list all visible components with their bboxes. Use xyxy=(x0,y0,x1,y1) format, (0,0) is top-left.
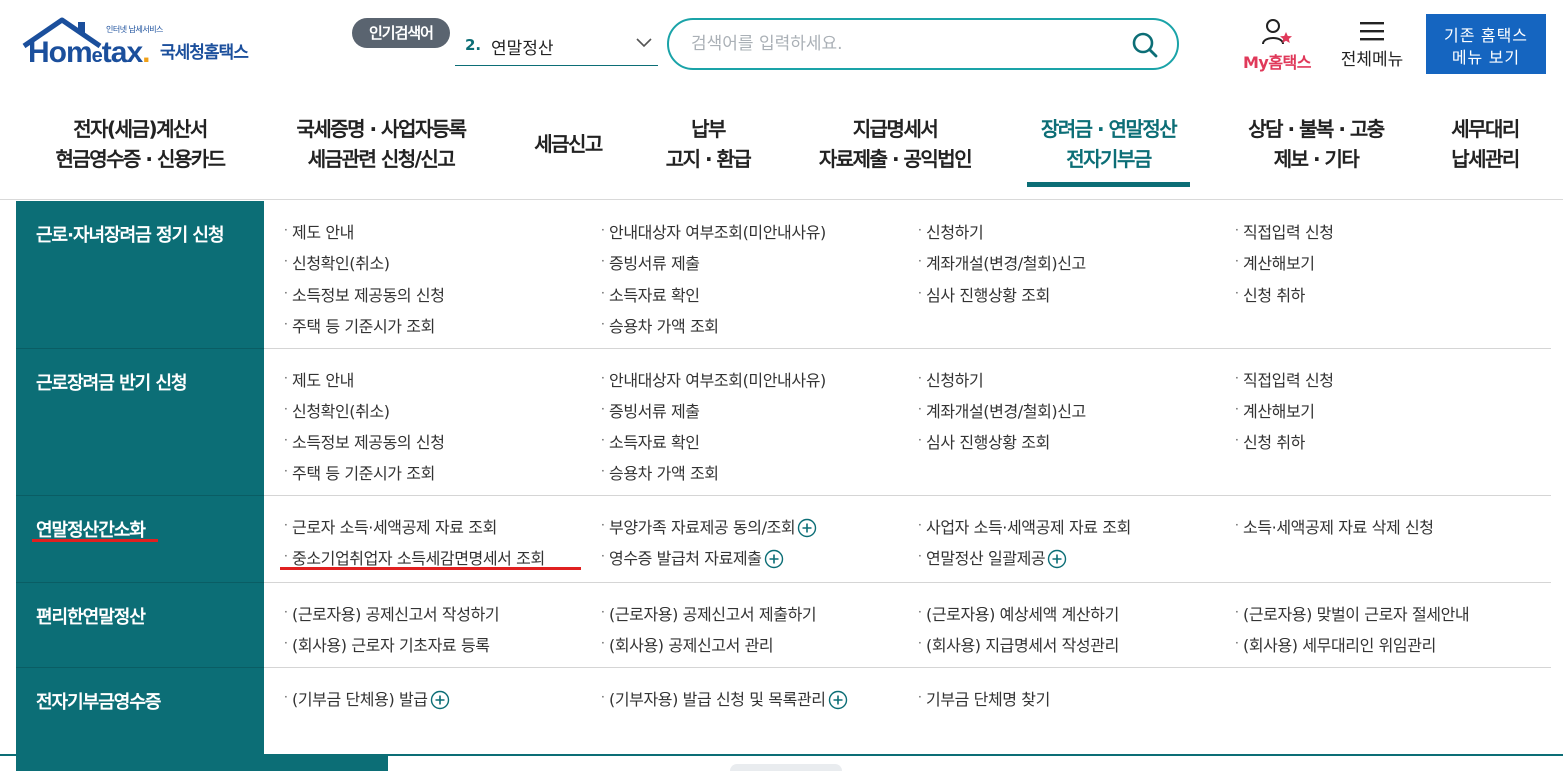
menu-link[interactable]: · 소득·세액공제 자료 삭제 신청 xyxy=(1235,514,1434,538)
menu-link[interactable]: · (기부자용) 발급 신청 및 목록관리 xyxy=(601,686,848,710)
menu-link[interactable]: · (회사용) 근로자 기초자료 등록 xyxy=(284,632,490,656)
menu-link[interactable]: · (근로자용) 맞벌이 근로자 절세안내 xyxy=(1235,601,1470,625)
menu-link[interactable]: · 신청하기 xyxy=(918,367,984,391)
gnb-consultation[interactable]: 상담 · 불복 · 고충 제보 · 기타 xyxy=(1230,114,1402,188)
section-title[interactable]: 근로·자녀장려금 정기 신청 xyxy=(36,221,225,247)
plus-circle-icon[interactable] xyxy=(1047,549,1067,569)
mega-menu: 근로·자녀장려금 정기 신청 · 제도 안내 · 안내대상자 여부조회(미안내사유)… xyxy=(16,201,1551,755)
section-eitc-half: 근로장려금 반기 신청 · 제도 안내 · 안내대상자 여부조회(미안내사유) · 신… xyxy=(16,349,1551,496)
gnb-incentive-year-end[interactable]: 장려금 · 연말정산 전자기부금 xyxy=(1027,114,1190,188)
my-hometax-link[interactable]: My홈택스 xyxy=(1232,18,1322,74)
menu-link[interactable]: · 근로자 소득·세액공제 자료 조회 xyxy=(284,514,497,538)
plus-circle-icon[interactable] xyxy=(764,549,784,569)
popular-search-badge: 인기검색어 xyxy=(352,18,450,48)
logo-tagline: 인터넷 납세서비스 xyxy=(106,25,163,34)
menu-link[interactable]: · (근로자용) 예상세액 계산하기 xyxy=(918,601,1119,625)
menu-link[interactable]: · 소득정보 제공동의 신청 xyxy=(284,429,445,453)
menu-link[interactable]: · 계산해보기 xyxy=(1235,250,1315,274)
menu-link-highlighted[interactable]: · 중소기업취업자 소득세감면명세서 조회 xyxy=(284,545,545,569)
menu-link[interactable]: · 소득자료 확인 xyxy=(601,282,700,306)
menu-link[interactable]: · 기부금 단체명 찾기 xyxy=(918,686,1050,710)
menu-link[interactable]: · 안내대상자 여부조회(미안내사유) xyxy=(601,219,826,243)
menu-link[interactable]: · 주택 등 기준시가 조회 xyxy=(284,460,435,484)
section-convenient-year-end: 편리한연말정산 · (근로자용) 공제신고서 작성하기 · (근로자용) 공제신고서… xyxy=(16,583,1551,667)
menu-link[interactable]: · 증빙서류 제출 xyxy=(601,250,700,274)
menu-link[interactable]: · 주택 등 기준시가 조회 xyxy=(284,313,435,337)
user-star-icon xyxy=(1262,19,1292,45)
menu-link[interactable]: · 계좌개설(변경/철회)신고 xyxy=(918,250,1086,274)
active-title-underline xyxy=(32,539,158,542)
classic-menu-button[interactable]: 기존 홈택스 메뉴 보기 xyxy=(1426,14,1546,74)
popular-search-rank: 2. xyxy=(465,36,482,54)
section-title[interactable]: 편리한연말정산 xyxy=(36,603,146,629)
plus-circle-icon[interactable] xyxy=(797,518,817,538)
menu-link[interactable]: · 제도 안내 xyxy=(284,367,354,391)
section-eitc-regular: 근로·자녀장려금 정기 신청 · 제도 안내 · 안내대상자 여부조회(미안내사유)… xyxy=(16,201,1551,348)
menu-link[interactable]: · 소득정보 제공동의 신청 xyxy=(284,282,445,306)
bottom-pill-button[interactable] xyxy=(730,764,842,771)
menu-link[interactable]: · (회사용) 세무대리인 위임관리 xyxy=(1235,632,1436,656)
menu-link[interactable]: · (근로자용) 공제신고서 제출하기 xyxy=(601,601,817,625)
menu-link[interactable]: · 승용차 가액 조회 xyxy=(601,460,719,484)
plus-circle-icon[interactable] xyxy=(430,690,450,710)
popular-search-select[interactable]: 2. 연말정산 xyxy=(455,24,658,66)
menu-link[interactable]: · 신청확인(취소) xyxy=(284,398,390,422)
logo-wordmark: Hometax. xyxy=(28,36,151,69)
all-menu-button[interactable]: 전체메뉴 xyxy=(1332,20,1412,74)
gnb-active-indicator xyxy=(1027,182,1190,187)
menu-link[interactable]: · 안내대상자 여부조회(미안내사유) xyxy=(601,367,826,391)
menu-link[interactable]: · 계산해보기 xyxy=(1235,398,1315,422)
logo-korean-name: 국세청홈택스 xyxy=(160,43,249,63)
section-donation-receipt: 전자기부금영수증 · (기부금 단체용) 발급 · (기부자용) 발급 신청 및 목… xyxy=(16,668,1551,755)
menu-link[interactable]: · 승용차 가액 조회 xyxy=(601,313,719,337)
menu-link[interactable]: · 증빙서류 제출 xyxy=(601,398,700,422)
search-box xyxy=(667,18,1179,70)
plus-circle-icon[interactable] xyxy=(828,690,848,710)
menu-link[interactable]: · 사업자 소득·세액공제 자료 조회 xyxy=(918,514,1131,538)
menu-link[interactable]: · 영수증 발급처 자료제출 xyxy=(601,545,784,569)
gnb-payment[interactable]: 납부 고지 · 환급 xyxy=(650,114,766,188)
my-hometax-label: My홈택스 xyxy=(1242,53,1312,72)
menu-link[interactable]: · 신청하기 xyxy=(918,219,984,243)
menu-link[interactable]: · 부양가족 자료제공 동의/조회 xyxy=(601,514,817,538)
menu-link[interactable]: · 신청 취하 xyxy=(1235,429,1305,453)
menu-link[interactable]: · 연말정산 일괄제공 xyxy=(918,545,1067,569)
search-input[interactable] xyxy=(691,30,1111,58)
all-menu-label: 전체메뉴 xyxy=(1340,50,1404,70)
menu-link[interactable]: · 신청 취하 xyxy=(1235,282,1305,306)
menu-link[interactable]: · 제도 안내 xyxy=(284,219,354,243)
header: 인터넷 납세서비스 Hometax. 국세청홈택스 인기검색어 2. 연말정산 … xyxy=(0,0,1563,90)
main-navigation: 전자(세금)계산서 현금영수증 · 신용카드 국세증명 · 사업자등록 세금관련… xyxy=(0,100,1563,200)
menu-link[interactable]: · 심사 진행상황 조회 xyxy=(918,282,1050,306)
bottom-tab-strip xyxy=(16,756,388,771)
menu-link[interactable]: · (근로자용) 공제신고서 작성하기 xyxy=(284,601,500,625)
hamburger-icon xyxy=(1360,22,1384,41)
chevron-down-icon xyxy=(636,38,652,48)
popular-search-term: 연말정산 xyxy=(491,39,554,59)
gnb-electronic-invoice[interactable]: 전자(세금)계산서 현금영수증 · 신용카드 xyxy=(40,114,240,188)
gnb-tax-certificate[interactable]: 국세증명 · 사업자등록 세금관련 신청/신고 xyxy=(278,114,484,188)
menu-link[interactable]: · (기부금 단체용) 발급 xyxy=(284,686,450,710)
menu-link[interactable]: · (회사용) 지급명세서 작성관리 xyxy=(918,632,1119,656)
menu-link[interactable]: · 직접입력 신청 xyxy=(1235,367,1334,391)
section-title[interactable]: 근로장려금 반기 신청 xyxy=(36,369,188,395)
search-icon[interactable] xyxy=(1131,31,1159,59)
gnb-tax-filing[interactable]: 세금신고 xyxy=(520,129,616,203)
menu-link[interactable]: · 소득자료 확인 xyxy=(601,429,700,453)
gnb-tax-agent[interactable]: 세무대리 납세관리 xyxy=(1430,114,1540,188)
gnb-payment-statement[interactable]: 지급명세서 자료제출 · 공익법인 xyxy=(800,114,990,188)
highlight-underline xyxy=(280,567,581,570)
menu-link[interactable]: · 신청확인(취소) xyxy=(284,250,390,274)
section-year-end-simplified: 연말정산간소화 · 근로자 소득·세액공제 자료 조회 · 부양가족 자료제공 동의… xyxy=(16,496,1551,582)
menu-link[interactable]: · 심사 진행상황 조회 xyxy=(918,429,1050,453)
menu-link[interactable]: · 계좌개설(변경/철회)신고 xyxy=(918,398,1086,422)
section-title[interactable]: 전자기부금영수증 xyxy=(36,688,161,714)
menu-link[interactable]: · 직접입력 신청 xyxy=(1235,219,1334,243)
menu-link[interactable]: · (회사용) 공제신고서 관리 xyxy=(601,632,774,656)
hometax-logo[interactable]: 인터넷 납세서비스 Hometax. 국세청홈택스 xyxy=(18,14,278,74)
